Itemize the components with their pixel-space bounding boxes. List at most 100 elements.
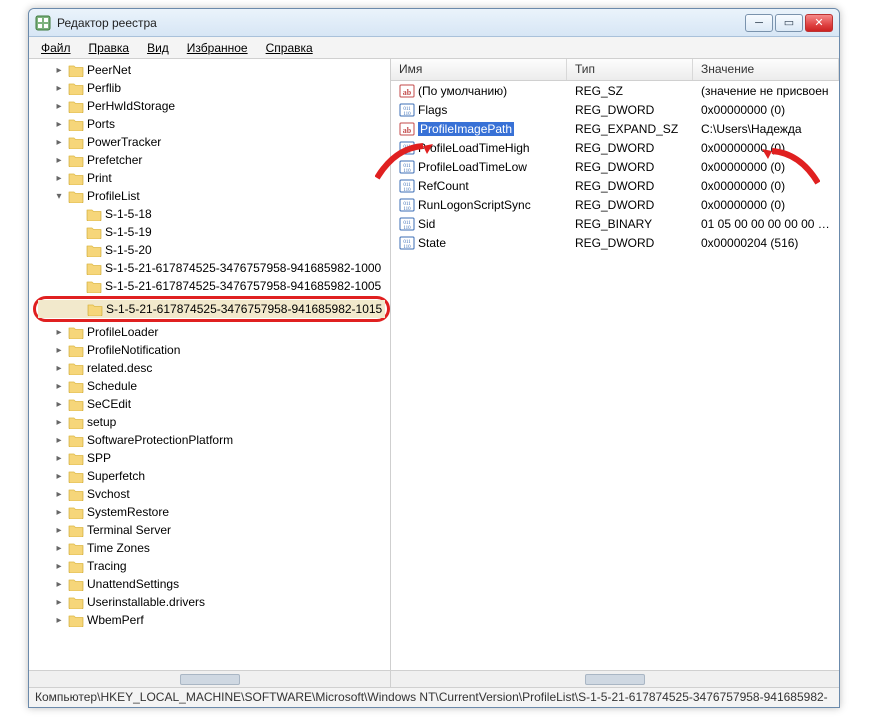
tree-node-label: Prefetcher xyxy=(87,153,142,167)
expand-icon[interactable]: ▸ xyxy=(53,417,65,428)
titlebar[interactable]: Редактор реестра ─ ▭ ✕ xyxy=(29,9,839,37)
list-header: Имя Тип Значение xyxy=(391,59,839,81)
value-name: (По умолчанию) xyxy=(418,84,507,98)
tree-node[interactable]: ▸related.desc xyxy=(33,359,390,377)
binary-value-icon xyxy=(399,159,415,175)
tree-node[interactable]: ▸ProfileLoader xyxy=(33,323,390,341)
folder-icon xyxy=(68,487,84,501)
expand-icon[interactable]: ▸ xyxy=(53,137,65,148)
tree-node[interactable]: ▸Tracing xyxy=(33,557,390,575)
expand-icon[interactable]: ▸ xyxy=(53,615,65,626)
expand-icon[interactable]: ▸ xyxy=(53,471,65,482)
string-value-icon xyxy=(399,83,415,99)
expand-icon[interactable]: ▸ xyxy=(53,543,65,554)
tree-node[interactable]: ▸UnattendSettings xyxy=(33,575,390,593)
tree-node-label: Terminal Server xyxy=(87,523,171,537)
folder-icon xyxy=(87,302,103,316)
cell-name: Flags xyxy=(391,102,567,118)
expand-icon[interactable]: ▸ xyxy=(53,597,65,608)
tree-node[interactable]: S-1-5-21-617874525-3476757958-941685982-… xyxy=(38,300,385,318)
tree-node[interactable]: ▸PowerTracker xyxy=(33,133,390,151)
close-button[interactable]: ✕ xyxy=(805,14,833,32)
tree-node[interactable]: S-1-5-20 xyxy=(33,241,390,259)
list-hscrollbar[interactable] xyxy=(391,670,839,687)
tree-node[interactable]: ▸PerHwIdStorage xyxy=(33,97,390,115)
tree-node[interactable]: S-1-5-18 xyxy=(33,205,390,223)
value-row[interactable]: RunLogonScriptSyncREG_DWORD0x00000000 (0… xyxy=(391,195,839,214)
expand-icon[interactable]: ▸ xyxy=(53,579,65,590)
tree-node[interactable]: ▸ Print xyxy=(33,169,390,187)
tree-node[interactable]: ▸Userinstallable.drivers xyxy=(33,593,390,611)
maximize-button[interactable]: ▭ xyxy=(775,14,803,32)
tree-scroll[interactable]: ▸PeerNet▸Perflib▸PerHwIdStorage▸Ports▸Po… xyxy=(29,59,390,670)
tree-node[interactable]: ▸ Terminal Server xyxy=(33,521,390,539)
expand-icon[interactable]: ▸ xyxy=(53,381,65,392)
tree-node[interactable]: ▸ SystemRestore xyxy=(33,503,390,521)
menu-view[interactable]: Вид xyxy=(139,39,177,57)
expand-icon[interactable]: ▸ xyxy=(53,83,65,94)
expand-icon[interactable]: ▸ xyxy=(53,435,65,446)
tree-node[interactable]: ▸Time Zones xyxy=(33,539,390,557)
value-type: REG_SZ xyxy=(567,84,693,98)
column-name[interactable]: Имя xyxy=(391,59,567,80)
tree-node[interactable]: ▸ Prefetcher xyxy=(33,151,390,169)
tree-node[interactable]: S-1-5-21-617874525-3476757958-941685982-… xyxy=(33,277,390,295)
column-type[interactable]: Тип xyxy=(567,59,693,80)
tree-node[interactable]: ▸Svchost xyxy=(33,485,390,503)
value-row[interactable]: RefCountREG_DWORD0x00000000 (0) xyxy=(391,176,839,195)
menu-favorites[interactable]: Избранное xyxy=(179,39,256,57)
expand-icon[interactable]: ▸ xyxy=(53,327,65,338)
list-body[interactable]: (По умолчанию)REG_SZ(значение не присвое… xyxy=(391,81,839,670)
tree-node[interactable]: ▾ProfileList xyxy=(33,187,390,205)
column-value[interactable]: Значение xyxy=(693,59,839,80)
content-area: ▸PeerNet▸Perflib▸PerHwIdStorage▸Ports▸Po… xyxy=(29,59,839,687)
tree-node[interactable]: ▸ProfileNotification xyxy=(33,341,390,359)
expand-icon[interactable]: ▸ xyxy=(53,453,65,464)
tree-hscrollbar[interactable] xyxy=(29,670,390,687)
tree-node-label: Print xyxy=(87,171,112,185)
menu-help[interactable]: Справка xyxy=(258,39,321,57)
value-row[interactable]: ProfileLoadTimeLowREG_DWORD0x00000000 (0… xyxy=(391,157,839,176)
tree-node-label: S-1-5-21-617874525-3476757958-941685982-… xyxy=(105,261,381,275)
value-row[interactable]: ProfileLoadTimeHighREG_DWORD0x00000000 (… xyxy=(391,138,839,157)
value-name: Flags xyxy=(418,103,447,117)
value-data: 0x00000000 (0) xyxy=(693,103,839,117)
expand-icon[interactable]: ▸ xyxy=(53,363,65,374)
tree-node[interactable]: ▸SPP xyxy=(33,449,390,467)
tree-node[interactable]: ▸Perflib xyxy=(33,79,390,97)
expand-icon[interactable]: ▸ xyxy=(53,489,65,500)
tree-node[interactable]: ▸setup xyxy=(33,413,390,431)
collapse-icon[interactable]: ▾ xyxy=(53,191,65,202)
expand-icon[interactable]: ▸ xyxy=(53,173,65,184)
tree-node[interactable]: ▸SeCEdit xyxy=(33,395,390,413)
expand-icon[interactable]: ▸ xyxy=(53,507,65,518)
expand-icon[interactable]: ▸ xyxy=(53,561,65,572)
value-row[interactable]: StateREG_DWORD0x00000204 (516) xyxy=(391,233,839,252)
tree-node[interactable]: ▸SoftwareProtectionPlatform xyxy=(33,431,390,449)
expand-icon[interactable]: ▸ xyxy=(53,155,65,166)
value-row[interactable]: ProfileImagePathREG_EXPAND_SZC:\Users\На… xyxy=(391,119,839,138)
tree-node[interactable]: ▸PeerNet xyxy=(33,61,390,79)
expand-icon[interactable]: ▸ xyxy=(53,345,65,356)
value-row[interactable]: Flags REG_DWORD0x00000000 (0) xyxy=(391,100,839,119)
folder-icon xyxy=(86,243,102,257)
tree-node[interactable]: S-1-5-21-617874525-3476757958-941685982-… xyxy=(33,259,390,277)
expand-icon[interactable]: ▸ xyxy=(53,65,65,76)
minimize-button[interactable]: ─ xyxy=(745,14,773,32)
tree-node[interactable]: ▸Schedule xyxy=(33,377,390,395)
expand-icon[interactable]: ▸ xyxy=(53,525,65,536)
expand-icon[interactable]: ▸ xyxy=(53,101,65,112)
tree-node[interactable]: ▸ WbemPerf xyxy=(33,611,390,629)
menu-edit[interactable]: Правка xyxy=(81,39,138,57)
tree-node-label: SystemRestore xyxy=(87,505,169,519)
menu-file[interactable]: Файл xyxy=(33,39,79,57)
tree-node[interactable]: ▸Superfetch xyxy=(33,467,390,485)
expand-icon[interactable]: ▸ xyxy=(53,399,65,410)
tree-node[interactable]: ▸Ports xyxy=(33,115,390,133)
value-type: REG_DWORD xyxy=(567,103,693,117)
expand-icon[interactable]: ▸ xyxy=(53,119,65,130)
value-row[interactable]: (По умолчанию)REG_SZ(значение не присвое… xyxy=(391,81,839,100)
value-row[interactable]: SidREG_BINARY01 05 00 00 00 00 00 05 1 xyxy=(391,214,839,233)
tree-node[interactable]: S-1-5-19 xyxy=(33,223,390,241)
tree-node-label: WbemPerf xyxy=(87,613,144,627)
